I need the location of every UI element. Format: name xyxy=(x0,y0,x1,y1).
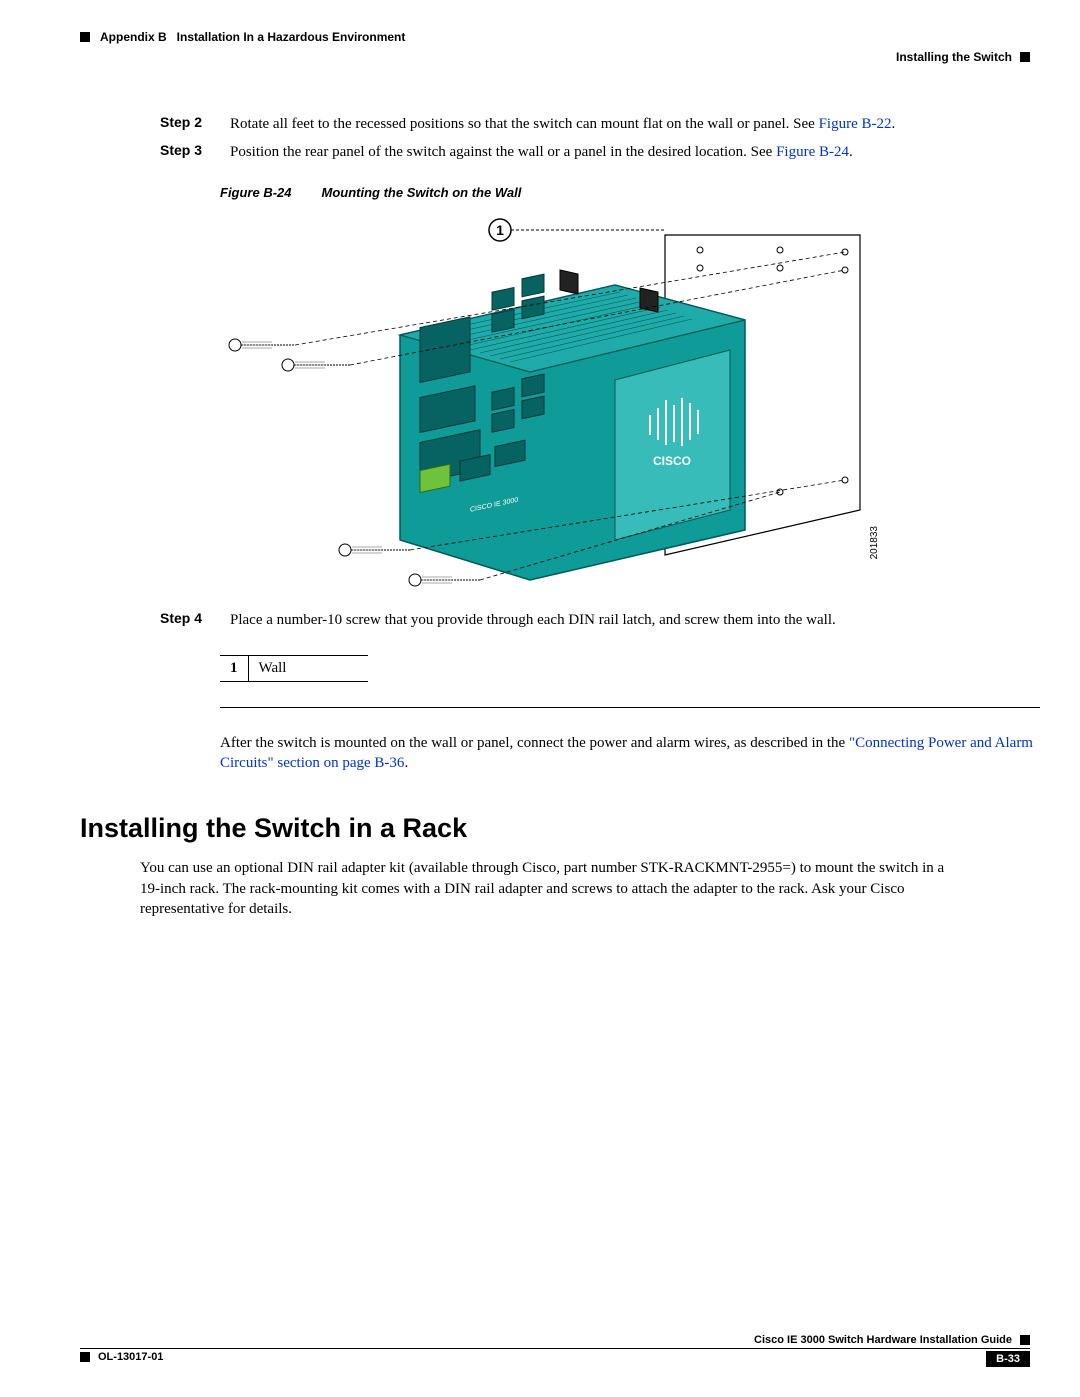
footer-doc-id: OL-13017-01 xyxy=(98,1351,163,1363)
appendix-label: Appendix B xyxy=(100,30,167,44)
step-4: Step 4 Place a number-10 screw that you … xyxy=(160,610,1030,630)
callout-text: Wall xyxy=(248,655,368,681)
body-paragraph: You can use an optional DIN rail adapter… xyxy=(140,858,960,919)
section-title: Installing the Switch xyxy=(896,50,1012,64)
step-text: Position the rear panel of the switch ag… xyxy=(230,142,1030,162)
procedure-end-rule xyxy=(220,707,1040,708)
step-3: Step 3 Position the rear panel of the sw… xyxy=(160,142,1030,162)
page-header: Appendix B Installation In a Hazardous E… xyxy=(80,30,1030,44)
step-2: Step 2 Rotate all feet to the recessed p… xyxy=(160,114,1030,134)
figure-xref[interactable]: Figure B-22 xyxy=(819,116,892,132)
heading-2: Installing the Switch in a Rack xyxy=(80,813,1030,844)
step-label: Step 4 xyxy=(160,610,210,630)
callout-1-label: 1 xyxy=(496,222,504,238)
callout-num: 1 xyxy=(220,655,248,681)
figure-id: 201833 xyxy=(869,526,880,559)
figure-caption: Figure B-24 Mounting the Switch on the W… xyxy=(220,185,1030,200)
svg-text:CISCO: CISCO xyxy=(653,454,691,468)
figure-title: Mounting the Switch on the Wall xyxy=(322,185,522,200)
header-square-icon xyxy=(1020,52,1030,62)
appendix-title: Installation In a Hazardous Environment xyxy=(177,30,406,44)
callout-table: 1 Wall xyxy=(220,655,368,682)
footer-square-icon xyxy=(1020,1335,1030,1345)
followup-paragraph: After the switch is mounted on the wall … xyxy=(220,733,1040,774)
mounting-diagram: 1 xyxy=(220,210,870,590)
page-number: B-33 xyxy=(986,1351,1030,1367)
table-row: 1 Wall xyxy=(220,655,368,681)
step-text: Rotate all feet to the recessed position… xyxy=(230,114,1030,134)
step-label: Step 3 xyxy=(160,142,210,162)
page-subheader: Installing the Switch xyxy=(80,50,1030,64)
page-footer: Cisco IE 3000 Switch Hardware Installati… xyxy=(80,1334,1030,1367)
step-text: Place a number-10 screw that you provide… xyxy=(230,610,1030,630)
step-label: Step 2 xyxy=(160,114,210,134)
figure-number: Figure B-24 xyxy=(220,185,292,200)
footer-guide-title: Cisco IE 3000 Switch Hardware Installati… xyxy=(754,1334,1012,1346)
footer-square-icon xyxy=(80,1352,90,1362)
figure-xref[interactable]: Figure B-24 xyxy=(776,144,849,160)
figure-b24: 1 xyxy=(220,210,870,590)
header-square-icon xyxy=(80,32,90,42)
